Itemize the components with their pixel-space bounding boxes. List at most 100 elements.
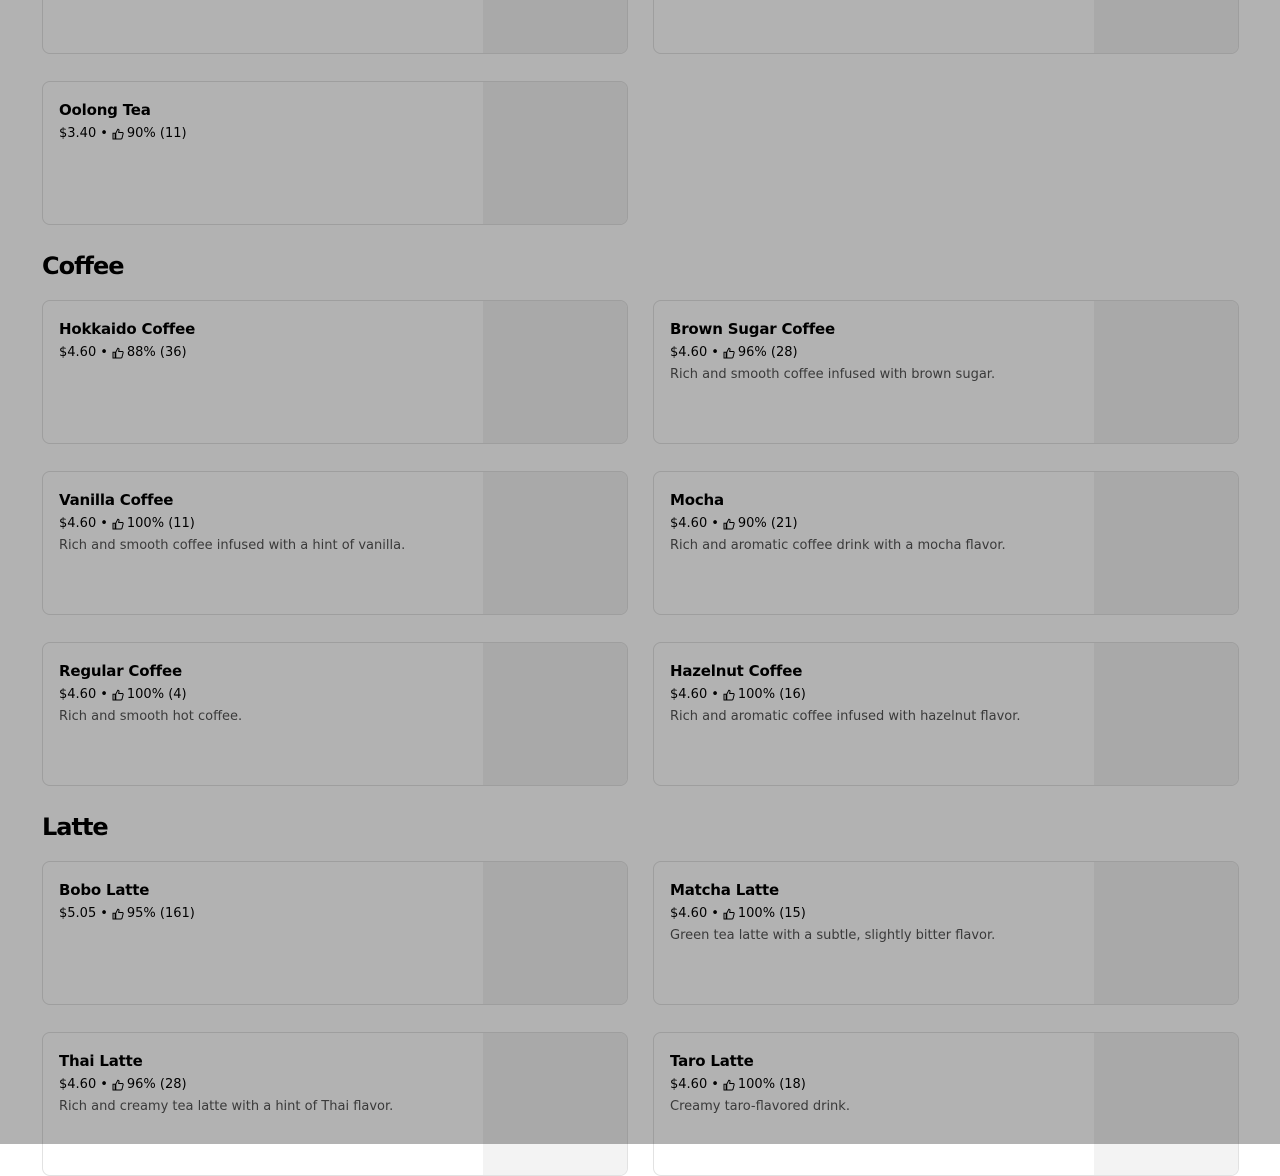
thumbs-up-icon xyxy=(112,1079,124,1091)
menu-item-card-thai-latte[interactable]: Thai Latte $4.60 • 96% (28) Rich and cre… xyxy=(42,1032,628,1176)
thumbs-up-icon xyxy=(112,128,124,140)
menu-item-image xyxy=(483,643,627,785)
menu-item-card-partial[interactable] xyxy=(653,0,1239,54)
meta-separator: • xyxy=(711,687,719,702)
thumbs-up-icon xyxy=(723,347,735,359)
thumbs-up-icon xyxy=(112,908,124,920)
thumbs-up-icon xyxy=(112,689,124,701)
menu-item-description: Rich and creamy tea latte with a hint of… xyxy=(59,1099,394,1114)
menu-item-meta: $3.40 • 90% (11) xyxy=(59,125,479,143)
meta-separator: • xyxy=(711,1077,719,1092)
menu-item-rating: 90% (11) xyxy=(126,126,187,141)
menu-item-price: $4.60 xyxy=(670,906,708,921)
menu-item-rating: 100% (16) xyxy=(737,687,806,702)
menu-item-name: Regular Coffee xyxy=(59,662,182,680)
menu-item-description: Green tea latte with a subtle, slightly … xyxy=(670,928,996,943)
thumbs-up-icon xyxy=(723,689,735,701)
menu-item-meta: $4.60 • 100% (18) xyxy=(670,1076,1090,1094)
menu-item-card-vanilla-coffee[interactable]: Vanilla Coffee $4.60 • 100% (11) Rich an… xyxy=(42,471,628,615)
menu-item-image xyxy=(483,1033,627,1175)
menu-item-rating: 96% (28) xyxy=(126,1077,187,1092)
meta-separator: • xyxy=(100,687,108,702)
menu-item-card-hokkaido-coffee[interactable]: Hokkaido Coffee $4.60 • 88% (36) xyxy=(42,300,628,444)
thumbs-up-icon xyxy=(112,518,124,530)
meta-separator: • xyxy=(100,1077,108,1092)
menu-item-card-regular-coffee[interactable]: Regular Coffee $4.60 • 100% (4) Rich and… xyxy=(42,642,628,786)
menu-item-card-brown-sugar-coffee[interactable]: Brown Sugar Coffee $4.60 • 96% (28) Rich… xyxy=(653,300,1239,444)
thumbs-up-icon xyxy=(723,518,735,530)
menu-item-meta: $4.60 • 96% (28) xyxy=(670,344,1090,362)
menu-item-image xyxy=(483,472,627,614)
menu-item-description: Rich and smooth coffee infused with a hi… xyxy=(59,538,406,553)
menu-item-name: Taro Latte xyxy=(670,1052,754,1070)
menu-item-price: $4.60 xyxy=(670,345,708,360)
menu-item-image xyxy=(1094,0,1238,53)
menu-item-image xyxy=(483,301,627,443)
menu-item-description: Rich and aromatic coffee infused with ha… xyxy=(670,709,1021,724)
menu-item-card-matcha-latte[interactable]: Matcha Latte $4.60 • 100% (15) Green tea… xyxy=(653,861,1239,1005)
menu-item-name: Bobo Latte xyxy=(59,881,150,899)
menu-item-meta: $4.60 • 88% (36) xyxy=(59,344,479,362)
thumbs-up-icon xyxy=(723,908,735,920)
menu-item-meta: $4.60 • 96% (28) xyxy=(59,1076,479,1094)
meta-separator: • xyxy=(100,516,108,531)
menu-item-image xyxy=(1094,643,1238,785)
menu-item-rating: 100% (11) xyxy=(126,516,195,531)
menu-item-name: Hazelnut Coffee xyxy=(670,662,803,680)
menu-item-rating: 100% (15) xyxy=(737,906,806,921)
section-title-latte: Latte xyxy=(42,813,109,841)
menu-item-description: Rich and smooth coffee infused with brow… xyxy=(670,367,996,382)
menu-item-rating: 90% (21) xyxy=(737,516,798,531)
meta-separator: • xyxy=(100,126,108,141)
menu-item-meta: $4.60 • 100% (16) xyxy=(670,686,1090,704)
menu-item-name: Hokkaido Coffee xyxy=(59,320,196,338)
menu-item-card-mocha[interactable]: Mocha $4.60 • 90% (21) Rich and aromatic… xyxy=(653,471,1239,615)
menu-item-image xyxy=(1094,472,1238,614)
menu-item-price: $4.60 xyxy=(59,516,97,531)
menu-item-meta: $4.60 • 90% (21) xyxy=(670,515,1090,533)
thumbs-up-icon xyxy=(723,1079,735,1091)
menu-item-price: $3.40 xyxy=(59,126,97,141)
menu-item-meta: $4.60 • 100% (4) xyxy=(59,686,479,704)
menu-item-description: Creamy taro-flavored drink. xyxy=(670,1099,850,1114)
menu-item-meta: $4.60 • 100% (11) xyxy=(59,515,479,533)
menu-item-card-hazelnut-coffee[interactable]: Hazelnut Coffee $4.60 • 100% (16) Rich a… xyxy=(653,642,1239,786)
menu-item-rating: 100% (4) xyxy=(126,687,187,702)
menu-item-rating: 96% (28) xyxy=(737,345,798,360)
menu-item-name: Oolong Tea xyxy=(59,101,151,119)
menu-item-image xyxy=(483,0,627,53)
menu-item-image xyxy=(1094,1033,1238,1175)
menu-item-image xyxy=(1094,301,1238,443)
menu-item-meta: $5.05 • 95% (161) xyxy=(59,905,479,923)
menu-item-price: $4.60 xyxy=(59,1077,97,1092)
menu-item-name: Thai Latte xyxy=(59,1052,143,1070)
menu-item-rating: 95% (161) xyxy=(126,906,195,921)
menu-item-name: Vanilla Coffee xyxy=(59,491,174,509)
meta-separator: • xyxy=(100,345,108,360)
menu-item-description: Rich and smooth hot coffee. xyxy=(59,709,243,724)
thumbs-up-icon xyxy=(112,347,124,359)
menu-item-description: Rich and aromatic coffee drink with a mo… xyxy=(670,538,1006,553)
menu-item-price: $5.05 xyxy=(59,906,97,921)
meta-separator: • xyxy=(711,906,719,921)
menu-item-image xyxy=(483,862,627,1004)
menu-item-price: $4.60 xyxy=(59,345,97,360)
menu-item-price: $4.60 xyxy=(670,516,708,531)
section-title-coffee: Coffee xyxy=(42,252,125,280)
menu-item-meta: $4.60 • 100% (15) xyxy=(670,905,1090,923)
menu-item-card-partial[interactable] xyxy=(42,0,628,54)
menu-item-card-oolong-tea[interactable]: Oolong Tea $3.40 • 90% (11) xyxy=(42,81,628,225)
menu-item-name: Brown Sugar Coffee xyxy=(670,320,835,338)
menu-item-rating: 88% (36) xyxy=(126,345,187,360)
menu-item-card-bobo-latte[interactable]: Bobo Latte $5.05 • 95% (161) xyxy=(42,861,628,1005)
menu-item-image xyxy=(1094,862,1238,1004)
menu-item-image xyxy=(483,82,627,224)
menu-item-price: $4.60 xyxy=(670,687,708,702)
meta-separator: • xyxy=(100,906,108,921)
menu-item-card-taro-latte[interactable]: Taro Latte $4.60 • 100% (18) Creamy taro… xyxy=(653,1032,1239,1176)
menu-item-price: $4.60 xyxy=(59,687,97,702)
menu-item-rating: 100% (18) xyxy=(737,1077,806,1092)
meta-separator: • xyxy=(711,516,719,531)
menu-item-name: Matcha Latte xyxy=(670,881,779,899)
meta-separator: • xyxy=(711,345,719,360)
